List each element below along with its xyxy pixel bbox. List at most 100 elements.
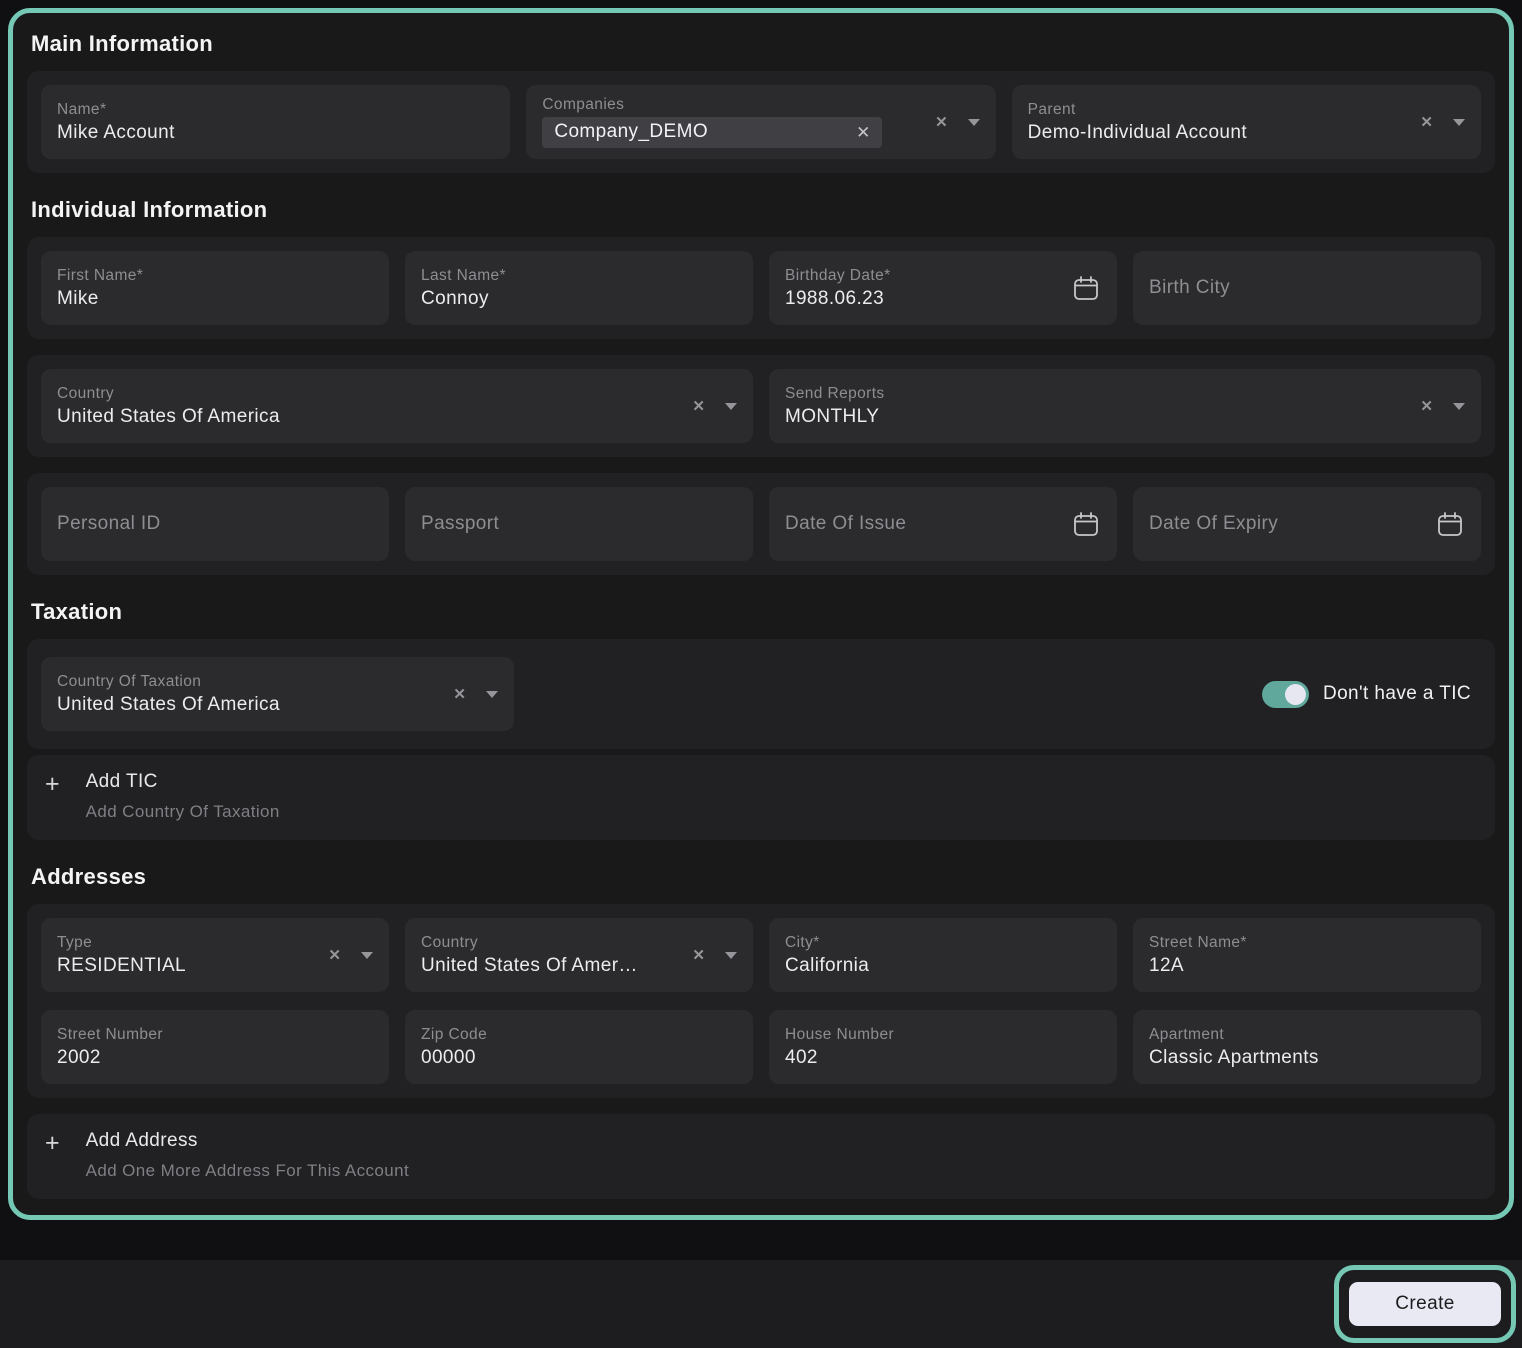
add-address-subtitle: Add One More Address For This Account — [86, 1161, 409, 1181]
footer-bar: Create — [0, 1260, 1522, 1348]
apartment-value: Classic Apartments — [1149, 1047, 1319, 1069]
zip-code-field[interactable]: Zip Code 00000 — [405, 1010, 753, 1084]
company-chip[interactable]: Company_DEMO ✕ — [542, 117, 882, 148]
address-type-value: RESIDENTIAL — [57, 955, 186, 977]
house-number-label: House Number — [785, 1026, 894, 1044]
add-tic-label: Add TIC — [86, 771, 280, 793]
add-tic-subtitle: Add Country Of Taxation — [86, 802, 280, 822]
section-title-individual-information: Individual Information — [31, 197, 1491, 223]
country-label: Country — [57, 385, 280, 403]
clear-icon[interactable]: ✕ — [328, 948, 341, 963]
chevron-down-icon[interactable] — [725, 952, 737, 959]
tic-toggle-group: Don't have a TIC — [1262, 657, 1481, 731]
chevron-down-icon[interactable] — [361, 952, 373, 959]
toggle-knob — [1285, 684, 1306, 705]
last-name-label: Last Name* — [421, 267, 506, 285]
passport-field[interactable]: Passport — [405, 487, 753, 561]
apartment-field[interactable]: Apartment Classic Apartments — [1133, 1010, 1481, 1084]
create-account-form: Main Information Name* Mike Account Comp… — [8, 8, 1514, 1220]
birth-city-placeholder: Birth City — [1149, 277, 1230, 299]
zip-code-value: 00000 — [421, 1047, 487, 1069]
parent-field[interactable]: Parent Demo-Individual Account ✕ — [1012, 85, 1481, 159]
country-of-taxation-field[interactable]: Country Of Taxation United States Of Ame… — [41, 657, 514, 731]
street-number-label: Street Number — [57, 1026, 163, 1044]
plus-icon: + — [45, 771, 60, 799]
add-tic-button[interactable]: + Add TIC Add Country Of Taxation — [27, 755, 1495, 840]
country-of-taxation-label: Country Of Taxation — [57, 673, 280, 691]
calendar-icon[interactable] — [1071, 509, 1101, 539]
calendar-icon[interactable] — [1071, 273, 1101, 303]
address-country-field[interactable]: Country United States Of Amer… ✕ — [405, 918, 753, 992]
personal-id-field[interactable]: Personal ID — [41, 487, 389, 561]
chevron-down-icon[interactable] — [1453, 403, 1465, 410]
companies-label: Companies — [542, 96, 882, 114]
send-reports-field[interactable]: Send Reports MONTHLY ✕ — [769, 369, 1481, 443]
create-button[interactable]: Create — [1349, 1282, 1501, 1326]
add-address-button[interactable]: + Add Address Add One More Address For T… — [27, 1114, 1495, 1199]
individual-row-1: First Name* Mike Last Name* Connoy Birth… — [27, 237, 1495, 339]
city-label: City* — [785, 934, 869, 952]
clear-icon[interactable]: ✕ — [1420, 399, 1433, 414]
address-row-1: Type RESIDENTIAL ✕ Country United States… — [41, 918, 1481, 992]
send-reports-label: Send Reports — [785, 385, 885, 403]
house-number-value: 402 — [785, 1047, 894, 1069]
passport-placeholder: Passport — [421, 513, 499, 535]
chevron-down-icon[interactable] — [968, 119, 980, 126]
date-of-expiry-field[interactable]: Date Of Expiry — [1133, 487, 1481, 561]
individual-row-3: Personal ID Passport Date Of Issue Date … — [27, 473, 1495, 575]
parent-value: Demo-Individual Account — [1028, 122, 1247, 144]
country-field[interactable]: Country United States Of America ✕ — [41, 369, 753, 443]
country-of-taxation-value: United States Of America — [57, 694, 280, 716]
companies-field[interactable]: Companies Company_DEMO ✕ ✕ — [526, 85, 995, 159]
tic-toggle-label: Don't have a TIC — [1323, 683, 1471, 705]
city-value: California — [785, 955, 869, 977]
section-title-taxation: Taxation — [31, 599, 1491, 625]
first-name-value: Mike — [57, 288, 143, 310]
last-name-value: Connoy — [421, 288, 506, 310]
street-number-value: 2002 — [57, 1047, 163, 1069]
add-tic-text: Add TIC Add Country Of Taxation — [86, 771, 280, 822]
zip-code-label: Zip Code — [421, 1026, 487, 1044]
birthday-date-label: Birthday Date* — [785, 267, 891, 285]
clear-icon[interactable]: ✕ — [692, 948, 705, 963]
main-information-row: Name* Mike Account Companies Company_DEM… — [27, 71, 1495, 173]
name-label: Name* — [57, 101, 175, 119]
clear-icon[interactable]: ✕ — [692, 399, 705, 414]
chip-remove-icon[interactable]: ✕ — [856, 124, 870, 141]
calendar-icon[interactable] — [1435, 509, 1465, 539]
clear-icon[interactable]: ✕ — [453, 687, 466, 702]
house-number-field[interactable]: House Number 402 — [769, 1010, 1117, 1084]
street-name-field[interactable]: Street Name* 12A — [1133, 918, 1481, 992]
address-country-value: United States Of Amer… — [421, 955, 638, 977]
address-type-field[interactable]: Type RESIDENTIAL ✕ — [41, 918, 389, 992]
dont-have-tic-toggle[interactable] — [1262, 681, 1309, 708]
chevron-down-icon[interactable] — [1453, 119, 1465, 126]
date-of-issue-field[interactable]: Date Of Issue — [769, 487, 1117, 561]
clear-icon[interactable]: ✕ — [935, 115, 948, 130]
street-number-field[interactable]: Street Number 2002 — [41, 1010, 389, 1084]
date-of-issue-placeholder: Date Of Issue — [785, 513, 906, 535]
first-name-field[interactable]: First Name* Mike — [41, 251, 389, 325]
name-field[interactable]: Name* Mike Account — [41, 85, 510, 159]
street-name-label: Street Name* — [1149, 934, 1247, 952]
country-value: United States Of America — [57, 406, 280, 428]
birthday-date-field[interactable]: Birthday Date* 1988.06.23 — [769, 251, 1117, 325]
name-value: Mike Account — [57, 122, 175, 144]
city-field[interactable]: City* California — [769, 918, 1117, 992]
birthday-date-value: 1988.06.23 — [785, 288, 891, 310]
last-name-field[interactable]: Last Name* Connoy — [405, 251, 753, 325]
first-name-label: First Name* — [57, 267, 143, 285]
section-title-main-information: Main Information — [31, 31, 1491, 57]
send-reports-value: MONTHLY — [785, 406, 885, 428]
plus-icon: + — [45, 1130, 60, 1158]
clear-icon[interactable]: ✕ — [1420, 115, 1433, 130]
apartment-label: Apartment — [1149, 1026, 1319, 1044]
date-of-expiry-placeholder: Date Of Expiry — [1149, 513, 1278, 535]
section-title-addresses: Addresses — [31, 864, 1491, 890]
page: Main Information Name* Mike Account Comp… — [0, 0, 1522, 1348]
personal-id-placeholder: Personal ID — [57, 513, 161, 535]
birth-city-field[interactable]: Birth City — [1133, 251, 1481, 325]
create-highlight-frame: Create — [1334, 1265, 1516, 1343]
chevron-down-icon[interactable] — [725, 403, 737, 410]
chevron-down-icon[interactable] — [486, 691, 498, 698]
